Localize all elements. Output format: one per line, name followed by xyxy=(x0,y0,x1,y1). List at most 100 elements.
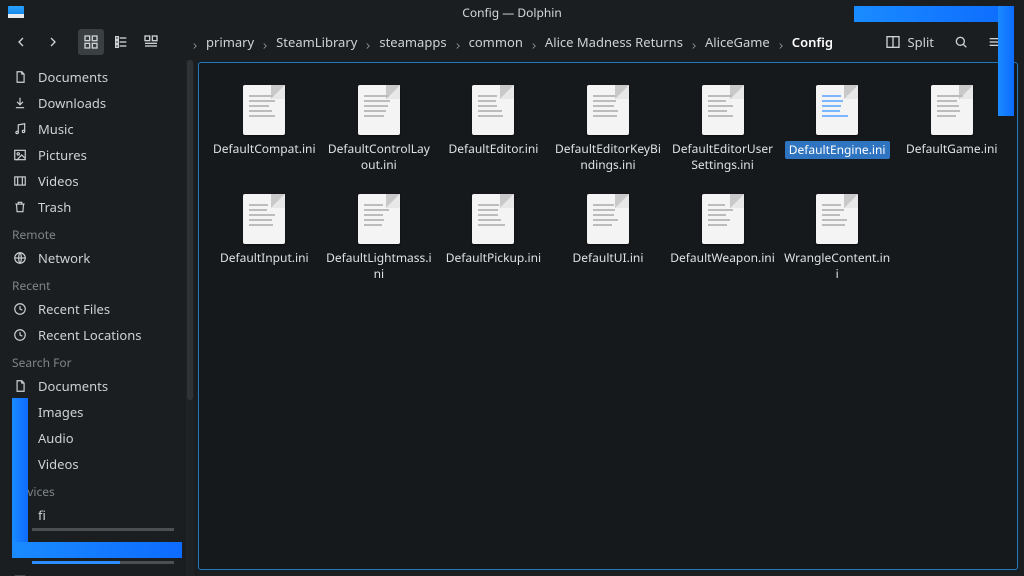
maximize-button[interactable]: ◇ xyxy=(981,3,992,22)
breadcrumb-segment[interactable]: primary xyxy=(204,31,256,53)
music-icon xyxy=(12,430,28,446)
sidebar-item-label: fi xyxy=(38,506,46,524)
compact-view-button[interactable] xyxy=(108,29,134,55)
file-item[interactable]: DefaultCompat.ini xyxy=(209,81,320,176)
file-item[interactable]: DefaultGame.ini xyxy=(896,81,1007,176)
file-item[interactable]: DefaultEngine.ini xyxy=(782,81,893,176)
titlebar: Config — Dolphin — ◇ ✕ xyxy=(0,0,1024,24)
sidebar-item[interactable]: Audio xyxy=(0,425,186,451)
details-view-button[interactable] xyxy=(138,29,164,55)
chevron-right-icon xyxy=(776,37,786,47)
sidebar-item[interactable]: Documents xyxy=(0,373,186,399)
file-item[interactable]: DefaultLightmass.ini xyxy=(324,190,435,285)
file-name: DefaultControlLayout.ini xyxy=(326,141,433,172)
sidebar-item[interactable]: Images xyxy=(0,399,186,425)
sidebar-item-label: Recent Locations xyxy=(38,326,141,344)
file-area[interactable]: DefaultCompat.ini DefaultControlLayout.in… xyxy=(198,62,1018,570)
file-item[interactable]: WrangleContent.ini xyxy=(782,190,893,285)
file-thumb xyxy=(702,85,744,135)
file-item[interactable]: DefaultEditor.ini xyxy=(438,81,549,176)
file-name: DefaultInput.ini xyxy=(220,250,309,266)
file-thumb xyxy=(702,194,744,244)
sidebar-item-label: Videos xyxy=(38,455,79,473)
file-name: DefaultCompat.ini xyxy=(213,141,316,157)
breadcrumb-segment[interactable]: AliceGame xyxy=(703,31,772,53)
file-thumb xyxy=(358,85,400,135)
file-thumb xyxy=(816,194,858,244)
forward-button[interactable] xyxy=(40,29,66,55)
sidebar-item[interactable]: Documents xyxy=(0,64,186,90)
file-item[interactable]: DefaultUI.ini xyxy=(553,190,664,285)
sidebar-item-label: Music xyxy=(38,120,74,138)
sidebar-item[interactable]: Trash xyxy=(0,194,186,220)
file-item[interactable]: DefaultPickup.ini xyxy=(438,190,549,285)
breadcrumb-segment[interactable]: Alice Madness Returns xyxy=(543,31,685,53)
image-icon xyxy=(12,147,28,163)
breadcrumb-segment[interactable]: steamapps xyxy=(377,31,448,53)
file-name: DefaultEditor.ini xyxy=(449,141,539,157)
sidebar-item[interactable]: ar-B xyxy=(0,568,186,576)
file-item[interactable]: DefaultEditorKeyBindings.ini xyxy=(553,81,664,176)
chevron-right-icon xyxy=(529,37,539,47)
sidebar-item-label: ootfs xyxy=(38,539,69,557)
sidebar-item-label: Videos xyxy=(38,172,79,190)
sidebar-item[interactable]: Downloads xyxy=(0,90,186,116)
globe-icon xyxy=(12,250,28,266)
sidebar-item[interactable]: fi xyxy=(0,502,186,528)
sidebar-item[interactable]: Pictures xyxy=(0,142,186,168)
sidebar-item[interactable]: Music xyxy=(0,116,186,142)
chevron-right-icon xyxy=(453,37,463,47)
device-usage-bar xyxy=(32,528,174,531)
menu-button[interactable] xyxy=(982,29,1008,55)
document-icon xyxy=(12,69,28,85)
sidebar-item-label: Downloads xyxy=(38,94,106,112)
file-name: DefaultPickup.ini xyxy=(446,250,541,266)
disk-icon xyxy=(12,507,28,523)
window-title: Config — Dolphin xyxy=(462,4,562,21)
breadcrumb: primary SteamLibrary steamapps common Alice … xyxy=(190,31,873,53)
clock-icon xyxy=(12,301,28,317)
sidebar-item[interactable]: Videos xyxy=(0,451,186,477)
breadcrumb-segment[interactable]: common xyxy=(467,31,525,53)
sidebar-section-label: Devices xyxy=(0,477,186,502)
sidebar-item[interactable]: Recent Files xyxy=(0,296,186,322)
sidebar-section-label: Remote xyxy=(0,220,186,245)
back-button[interactable] xyxy=(8,29,34,55)
sidebar-item[interactable]: Videos xyxy=(0,168,186,194)
minimize-button[interactable]: — xyxy=(957,3,971,22)
close-button[interactable]: ✕ xyxy=(1002,3,1014,22)
split-label: Split xyxy=(907,33,934,51)
search-button[interactable] xyxy=(948,29,974,55)
file-name: DefaultEditorKeyBindings.ini xyxy=(555,141,662,172)
file-thumb xyxy=(587,85,629,135)
file-thumb xyxy=(816,85,858,135)
sidebar-item[interactable]: Recent Locations xyxy=(0,322,186,348)
chevron-right-icon xyxy=(363,37,373,47)
split-view-button[interactable]: Split xyxy=(879,29,940,55)
device-usage-bar xyxy=(32,561,174,564)
toolbar: primary SteamLibrary steamapps common Alice … xyxy=(0,24,1024,60)
breadcrumb-segment[interactable]: SteamLibrary xyxy=(274,31,359,53)
file-item[interactable]: DefaultWeapon.ini xyxy=(667,190,778,285)
sidebar-item[interactable]: ootfs xyxy=(0,535,186,561)
sidebar-scrollbar[interactable] xyxy=(186,60,194,576)
sidebar-item-label: Images xyxy=(38,403,83,421)
sidebar-item-label: Audio xyxy=(38,429,74,447)
sidebar: Documents Downloads Music Pictures Videos Tra… xyxy=(0,60,186,576)
breadcrumb-segment[interactable]: Config xyxy=(790,31,835,53)
chevron-right-icon xyxy=(260,37,270,47)
file-thumb xyxy=(587,194,629,244)
disk-icon xyxy=(12,540,28,556)
sidebar-item[interactable]: Network xyxy=(0,245,186,271)
file-item[interactable]: DefaultControlLayout.ini xyxy=(324,81,435,176)
file-name: DefaultEngine.ini xyxy=(785,141,890,159)
file-item[interactable]: DefaultInput.ini xyxy=(209,190,320,285)
sidebar-item-label: Pictures xyxy=(38,146,87,164)
sidebar-section-label: Recent xyxy=(0,271,186,296)
icons-view-button[interactable] xyxy=(78,29,104,55)
image-icon xyxy=(12,404,28,420)
file-name: DefaultLightmass.ini xyxy=(326,250,433,281)
file-item[interactable]: DefaultEditorUserSettings.ini xyxy=(667,81,778,176)
file-name: DefaultGame.ini xyxy=(906,141,998,157)
chevron-right-icon xyxy=(190,37,200,47)
